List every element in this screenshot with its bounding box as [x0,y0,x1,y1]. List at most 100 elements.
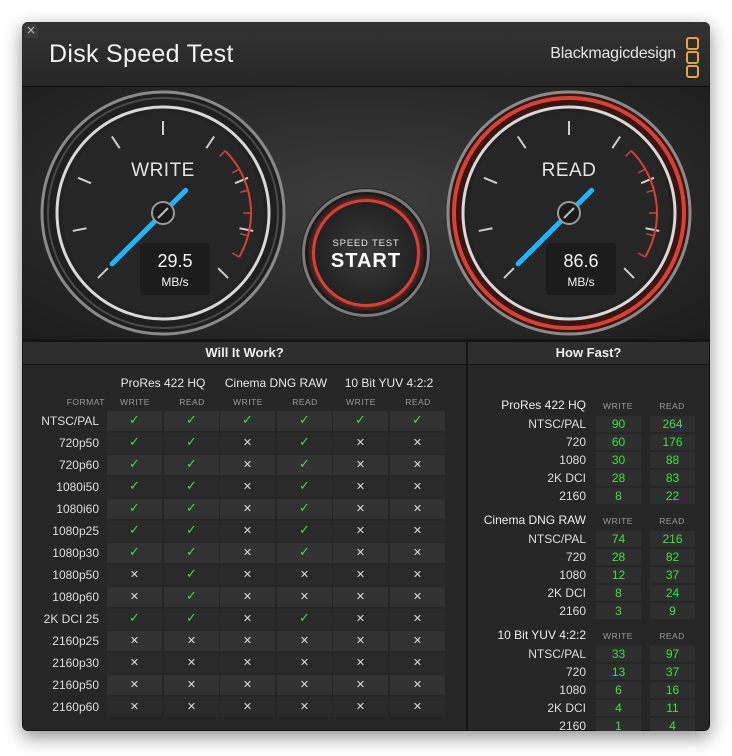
write-fps-value: 30 [596,452,641,468]
compat-cell: ✕ [220,433,275,453]
start-button-label: START [330,250,402,272]
cross-icon: ✕ [412,436,423,449]
cross-icon: ✕ [242,480,253,493]
write-fps-value: 12 [596,567,641,583]
cross-icon: ✕ [129,568,140,581]
check-icon: ✓ [299,479,310,494]
cross-icon: ✕ [299,678,310,691]
speed-row: 2K DCI 4 11 [468,699,709,717]
cross-icon: ✕ [242,568,253,581]
cross-icon: ✕ [129,634,140,647]
check-icon: ✓ [242,413,253,428]
cross-icon: ✕ [412,524,423,537]
compat-cell: ✕ [107,653,162,673]
compat-cell: ✓ [107,433,162,453]
compat-cell: ✕ [107,565,162,585]
cross-icon: ✕ [355,634,366,647]
write-fps-value: 90 [596,416,641,432]
how-fast-panel: How Fast? ProRes 422 HQ WRITE READ NTSC/PAL… [468,342,709,731]
format-label: 720p50 [58,436,99,450]
cross-icon: ✕ [412,568,423,581]
read-fps-value: 37 [650,664,695,680]
read-subheader: READ [292,397,318,407]
resolution-label: 2K DCI [547,701,586,715]
cross-icon: ✕ [299,568,310,581]
resolution-label: 720 [565,665,586,679]
compat-cell: ✓ [277,411,332,431]
resolution-label: 1080 [559,568,586,582]
resolution-label: NTSC/PAL [528,532,586,546]
check-icon: ✓ [186,523,197,538]
write-speed-unit: MB/s [161,275,189,289]
compat-cell: ✕ [277,653,332,673]
write-gauge-label: WRITE [131,160,195,181]
cross-icon: ✕ [242,678,253,691]
cross-icon: ✕ [299,634,310,647]
compat-cell: ✓ [107,477,162,497]
cross-icon: ✕ [412,502,423,515]
write-fps-value: 8 [596,585,641,601]
compat-cell: ✓ [164,499,219,519]
compat-cell: ✕ [220,521,275,541]
compat-cell: ✓ [107,411,162,431]
cross-icon: ✕ [412,546,423,559]
cross-icon: ✕ [355,678,366,691]
compat-cell: ✓ [164,411,219,431]
resolution-label: NTSC/PAL [528,647,586,661]
cross-icon: ✕ [129,678,140,691]
speed-row: 2160 8 22 [468,487,709,505]
check-icon: ✓ [129,435,140,450]
format-label: 1080p60 [52,590,99,604]
write-fps-value: 28 [596,549,641,565]
cross-icon: ✕ [355,612,366,625]
compat-cell: ✕ [390,499,445,519]
cross-icon: ✕ [412,656,423,669]
check-icon: ✓ [186,545,197,560]
speed-row: 2K DCI 8 24 [468,584,709,602]
compat-cell: ✓ [277,433,332,453]
close-icon[interactable]: × [24,24,38,38]
check-icon: ✓ [129,545,140,560]
read-subheader: READ [659,401,685,411]
cross-icon: ✕ [242,524,253,537]
compat-cell: ✕ [333,499,388,519]
cross-icon: ✕ [242,436,253,449]
title-bar: Disk Speed Test Blackmagicdesign [22,22,710,87]
compat-cell: ✕ [333,631,388,651]
table-row: 1080p30 ✓ ✓ ✕ ✓ ✕ ✕ [23,542,445,564]
compat-cell: ✕ [220,587,275,607]
write-subheader: WRITE [233,397,263,407]
how-fast-title: How Fast? [468,342,709,365]
compat-cell: ✕ [333,433,388,453]
compat-cell: ✕ [390,433,445,453]
compat-cell: ✕ [220,455,275,475]
write-fps-value: 1 [596,718,641,731]
cross-icon: ✕ [412,678,423,691]
will-it-work-panel: Will It Work? FORMAT ProRes 422 HQ WRITE R… [23,342,466,730]
read-gauge-label: READ [541,160,597,181]
read-gauge: READ 86.6 MB/s [443,87,695,339]
compat-cell: ✕ [333,543,388,563]
cross-icon: ✕ [242,700,253,713]
read-fps-value: 264 [650,416,695,432]
codec-header: Cinema DNG RAW [224,376,328,390]
read-fps-value: 16 [650,682,695,698]
write-subheader: WRITE [346,397,376,407]
cross-icon: ✕ [186,656,197,669]
check-icon: ✓ [186,567,197,582]
check-icon: ✓ [186,457,197,472]
start-button-caption: SPEED TEST [332,238,400,249]
codec-group-title: Cinema DNG RAW [483,513,586,527]
codec-group-title: 10 Bit YUV 4:2:2 [497,628,587,642]
compat-cell: ✕ [390,587,445,607]
write-gauge-dial [40,90,286,336]
compat-cell: ✕ [220,499,275,519]
read-subheader: READ [405,397,431,407]
cross-icon: ✕ [186,634,197,647]
table-row: 2160p25 ✕ ✕ ✕ ✕ ✕ ✕ [23,630,445,652]
cross-icon: ✕ [355,700,366,713]
resolution-label: 720 [565,435,586,449]
check-icon: ✓ [299,523,310,538]
compat-cell: ✓ [164,565,219,585]
start-button[interactable]: SPEED TEST START [308,195,424,311]
